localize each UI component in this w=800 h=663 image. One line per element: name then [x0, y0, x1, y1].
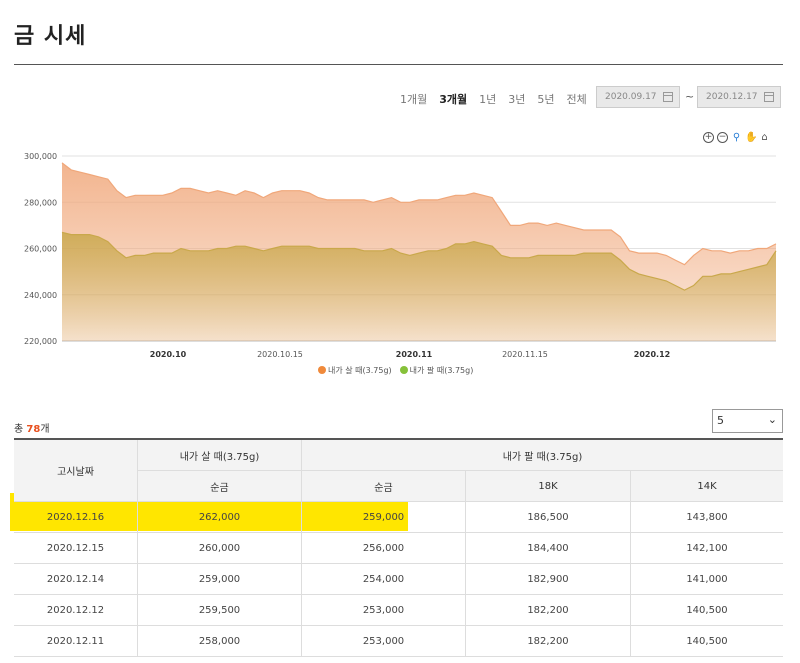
period-1m[interactable]: 1개월 — [400, 91, 427, 107]
cell-sell-18k: 182,200 — [465, 594, 631, 626]
header-buy: 내가 살 때(3.75g) — [137, 438, 302, 471]
page-size-select[interactable]: 5 ⌄ — [712, 409, 783, 433]
x-tick-label: 2020.11 — [396, 350, 433, 359]
x-tick-label: 2020.11.15 — [502, 350, 548, 359]
cell-sell-18k: 184,400 — [465, 532, 631, 564]
total-count: 총 78개 — [14, 420, 50, 435]
cell-sell-18k: 182,200 — [465, 625, 631, 657]
cell-date: 2020.12.15 — [14, 532, 138, 564]
cell-sell-14k: 142,100 — [630, 532, 783, 564]
cell-sell-pure: 259,000 — [301, 501, 466, 533]
count-suffix: 개 — [40, 424, 50, 435]
count-value: 78 — [26, 424, 41, 435]
y-tick-label: 300,000 — [24, 152, 57, 161]
date-to-value: 2020.12.17 — [706, 92, 758, 102]
cell-sell-pure: 254,000 — [301, 563, 466, 595]
y-tick-label: 240,000 — [24, 291, 57, 300]
cell-buy-pure: 258,000 — [137, 625, 302, 657]
period-3y[interactable]: 3년 — [508, 91, 525, 107]
period-all[interactable]: 전체 — [567, 91, 587, 107]
period-1y[interactable]: 1년 — [479, 91, 496, 107]
y-tick-label: 280,000 — [24, 198, 57, 207]
header-18k: 18K — [465, 470, 631, 502]
chevron-down-icon: ⌄ — [767, 413, 777, 426]
table-row: 2020.12.12 259,500 253,000 182,200 140,5… — [14, 594, 783, 626]
legend-sell[interactable]: 내가 팔 때(3.75g) — [399, 365, 474, 376]
header-pure-sell: 순금 — [301, 470, 466, 502]
cell-sell-14k: 140,500 — [630, 594, 783, 626]
table-row: 2020.12.15 260,000 256,000 184,400 142,1… — [14, 532, 783, 564]
period-5y[interactable]: 5년 — [537, 91, 554, 107]
title-divider — [14, 64, 783, 65]
header-14k: 14K — [630, 470, 783, 502]
legend-sell-label: 내가 팔 때(3.75g) — [409, 366, 474, 375]
x-tick-label: 2020.12 — [634, 350, 670, 359]
x-tick-label: 2020.10 — [150, 350, 187, 359]
price-table: 고시날짜 내가 살 때(3.75g) 내가 팔 때(3.75g) 순금 순금 1… — [14, 438, 783, 657]
page-size-value: 5 — [717, 414, 724, 427]
period-3m[interactable]: 3개월 — [439, 91, 467, 107]
cell-sell-14k: 143,800 — [630, 501, 783, 533]
y-tick-label: 220,000 — [24, 337, 57, 346]
period-selector: 1개월 3개월 1년 3년 5년 전체 — [400, 91, 587, 107]
price-chart: 300,000 280,000 260,000 240,000 220,000 2020… — [24, 152, 777, 359]
cell-date: 2020.12.12 — [14, 594, 138, 626]
legend-sell-dot — [399, 366, 408, 374]
table-row: 2020.12.14 259,000 254,000 182,900 141,0… — [14, 563, 783, 595]
table-row: 2020.12.11 258,000 253,000 182,200 140,5… — [14, 625, 783, 657]
cell-buy-pure: 262,000 — [137, 501, 302, 533]
legend-buy-label: 내가 살 때(3.75g) — [328, 366, 392, 375]
cell-sell-pure: 256,000 — [301, 532, 466, 564]
cell-sell-14k: 140,500 — [630, 625, 783, 657]
calendar-icon[interactable] — [764, 92, 774, 102]
cell-sell-18k: 186,500 — [465, 501, 631, 533]
cell-buy-pure: 259,500 — [137, 594, 302, 626]
cell-buy-pure: 259,000 — [137, 563, 302, 595]
date-separator: ~ — [685, 90, 695, 103]
cell-sell-pure: 253,000 — [301, 594, 466, 626]
cell-sell-14k: 141,000 — [630, 563, 783, 595]
page-title: 금 시세 — [14, 24, 87, 49]
cell-date: 2020.12.11 — [14, 625, 138, 657]
legend-buy[interactable]: 내가 살 때(3.75g) — [318, 365, 392, 376]
header-sell: 내가 팔 때(3.75g) — [301, 438, 783, 471]
cell-sell-pure: 253,000 — [301, 625, 466, 657]
cell-date: 2020.12.16 — [14, 501, 138, 533]
cell-date: 2020.12.14 — [14, 563, 138, 595]
count-prefix: 총 — [14, 424, 27, 435]
header-date: 고시날짜 — [14, 438, 138, 502]
cell-sell-18k: 182,900 — [465, 563, 631, 595]
date-to-field[interactable]: 2020.12.17 — [697, 86, 781, 108]
x-tick-label: 2020.10.15 — [257, 350, 303, 359]
date-from-value: 2020.09.17 — [605, 92, 657, 102]
calendar-icon[interactable] — [663, 92, 673, 102]
chart-legend: 내가 살 때(3.75g) 내가 팔 때(3.75g) — [318, 365, 473, 376]
header-pure-buy: 순금 — [137, 470, 302, 502]
legend-buy-dot — [318, 366, 326, 374]
table-row: 2020.12.16 262,000 259,000 186,500 143,8… — [14, 501, 783, 533]
cell-buy-pure: 260,000 — [137, 532, 302, 564]
date-from-field[interactable]: 2020.09.17 — [596, 86, 680, 108]
y-tick-label: 260,000 — [24, 245, 57, 254]
